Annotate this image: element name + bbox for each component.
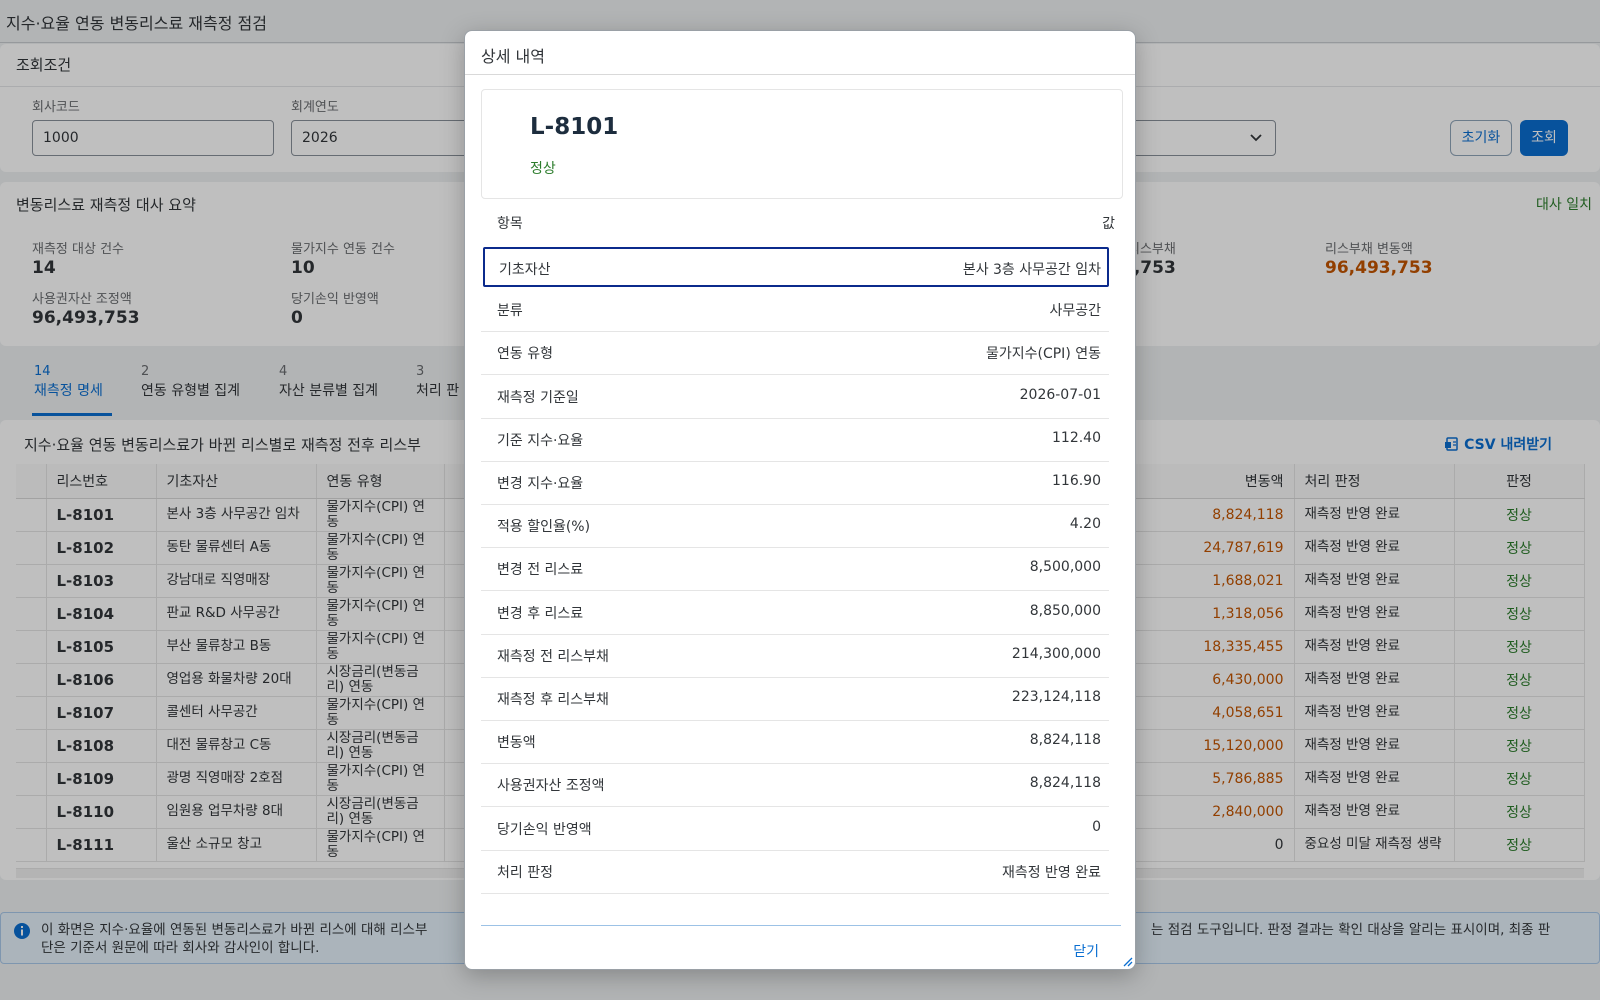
detail-row-key: 변경 후 리스료 [497, 605, 584, 622]
detail-row-key: 사용권자산 조정액 [497, 778, 605, 795]
detail-row-key: 기준 지수·요율 [497, 432, 584, 449]
detail-row-value: 116.90 [1052, 473, 1101, 489]
detail-row-value: 223,124,118 [1011, 689, 1101, 705]
kv-header-value: 값 [1102, 216, 1115, 232]
detail-row[interactable]: 변경 전 리스료 8,500,000 [481, 547, 1109, 592]
close-button[interactable]: 닫기 [1073, 941, 1099, 961]
detail-row-key: 변동액 [497, 735, 536, 752]
detail-row[interactable]: 적용 할인율(%) 4.20 [481, 504, 1109, 549]
dialog-kv-header: 항목 값 [481, 199, 1123, 245]
detail-row[interactable]: 변경 후 리스료 8,850,000 [481, 591, 1109, 635]
detail-row-value: 4.20 [1069, 516, 1101, 533]
detail-row[interactable]: 연동 유형 물가지수(CPI) 연동 [481, 331, 1109, 376]
detail-dialog: 상세 내역 L-8101 정상 항목 값 기초자산 본사 3층 사무공간 임차분류… [464, 30, 1136, 970]
detail-row[interactable]: 분류 사무공간 [481, 288, 1109, 333]
detail-row-value: 0 [1092, 818, 1101, 835]
detail-row[interactable]: 변동액 8,824,118 [481, 720, 1109, 765]
detail-row-value: 214,300,000 [1011, 645, 1101, 662]
resize-grip-icon[interactable] [1121, 955, 1133, 967]
detail-row[interactable]: 재측정 후 리스부채 223,124,118 [481, 677, 1109, 721]
detail-row[interactable]: 당기손익 반영액 0 [481, 807, 1109, 851]
detail-row-key: 분류 [497, 303, 523, 320]
dialog-body[interactable]: L-8101 정상 항목 값 기초자산 본사 3층 사무공간 임차분류 사무공간연동… [481, 89, 1123, 951]
detail-row-key: 당기손익 반영액 [497, 821, 592, 838]
dialog-title: 상세 내역 [481, 47, 545, 66]
dialog-header-card: L-8101 정상 [481, 89, 1123, 199]
detail-row-value: 8,824,118 [1029, 732, 1101, 749]
kv-header-key: 항목 [497, 216, 523, 232]
detail-row-key: 재측정 기준일 [497, 389, 579, 406]
detail-row-key: 기초자산 [499, 262, 551, 278]
detail-row-value: 재측정 반영 완료 [1001, 864, 1101, 881]
detail-row[interactable]: 기초자산 본사 3층 사무공간 임차 [483, 247, 1109, 287]
detail-row-value: 물가지수(CPI) 연동 [985, 346, 1101, 363]
detail-row[interactable]: 처리 판정 재측정 반영 완료 [481, 850, 1109, 894]
detail-row-key: 변경 지수·요율 [497, 476, 584, 492]
detail-row-value: 본사 3층 사무공간 임차 [962, 262, 1101, 278]
detail-row-value: 2026-07-01 [1019, 386, 1101, 403]
detail-row-key: 연동 유형 [497, 346, 553, 363]
detail-row[interactable]: 기준 지수·요율 112.40 [481, 418, 1109, 462]
detail-row-value: 8,824,118 [1029, 775, 1101, 792]
dialog-lease-number: L-8101 [530, 114, 619, 140]
detail-row[interactable]: 사용권자산 조정액 8,824,118 [481, 763, 1109, 808]
detail-row[interactable]: 변경 지수·요율 116.90 [481, 461, 1109, 505]
dialog-status: 정상 [530, 161, 556, 177]
detail-row-key: 적용 할인율(%) [497, 519, 591, 536]
detail-row-key: 재측정 후 리스부채 [497, 692, 609, 708]
detail-row-key: 변경 전 리스료 [497, 562, 584, 579]
detail-row[interactable]: 재측정 기준일 2026-07-01 [481, 375, 1109, 419]
detail-row-value: 112.40 [1052, 429, 1101, 446]
detail-row-value: 8,500,000 [1029, 559, 1101, 576]
detail-row-value: 사무공간 [1049, 303, 1101, 320]
detail-row-key: 처리 판정 [497, 864, 553, 881]
dialog-footer-divider [481, 925, 1121, 926]
dialog-title-divider [465, 74, 1135, 75]
detail-row-key: 재측정 전 리스부채 [497, 648, 609, 665]
detail-row-value: 8,850,000 [1029, 602, 1101, 619]
detail-row[interactable]: 재측정 전 리스부채 214,300,000 [481, 634, 1109, 678]
